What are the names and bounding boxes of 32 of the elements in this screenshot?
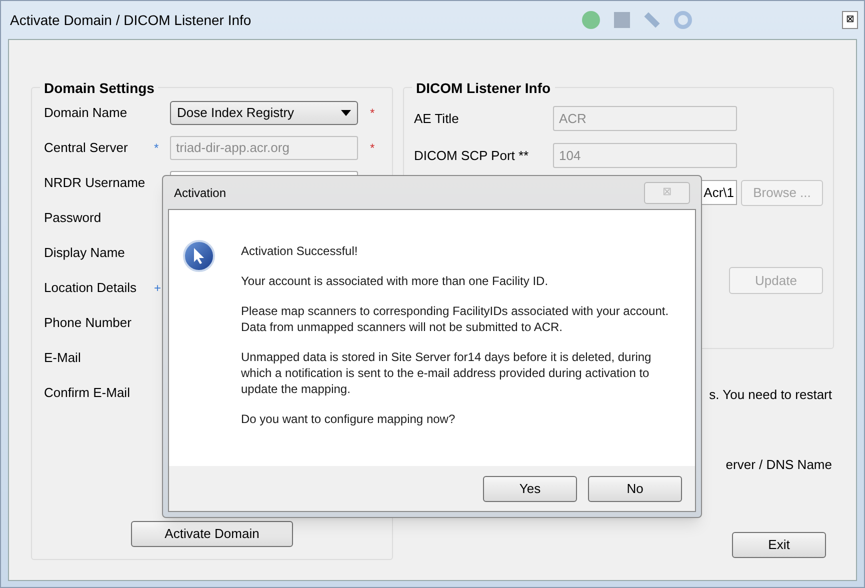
field-label: Password [44, 208, 102, 227]
activate-domain-button[interactable]: Activate Domain [131, 521, 293, 547]
exit-button[interactable]: Exit [732, 532, 826, 558]
field-label: DICOM SCP Port ** [414, 146, 530, 165]
info-mark: * [154, 140, 159, 156]
dialog-message: Please map scanners to corresponding FacilityIDs associated with your account. Data from unmapped scanners will not be submitted to ACR. [241, 303, 670, 335]
field-label: Domain Name [44, 104, 128, 122]
dialog-heading: Activation Successful! [241, 243, 359, 259]
dialog-message: Your account is associated with more than one Facility ID. [241, 273, 550, 289]
dialog-message: Do you want to configure mapping now? [241, 411, 456, 427]
close-button[interactable]: ⊠ [842, 11, 858, 29]
caret-icon [341, 110, 351, 116]
refresh-icon[interactable] [674, 11, 692, 29]
dialog-title: Activation [174, 184, 226, 202]
note-text: erver / DNS Name [726, 456, 832, 474]
field-label: E-Mail [44, 348, 82, 367]
required-mark: * [370, 104, 375, 122]
field-label: Display Name [44, 244, 126, 262]
field-label: Location Details [44, 278, 138, 297]
field-label: Phone Number [44, 314, 132, 332]
required-mark: * [370, 140, 375, 156]
field-label: AE Title [414, 110, 460, 128]
domain-dropdown[interactable]: Dose Index Registry [170, 100, 358, 124]
field-label: Central Server [44, 138, 129, 157]
dialog-message: Unmapped data is stored in Site Server for14 days before it is deleted, during which a notification is sent to the e-mail address provided during activation to update the mapping. [241, 349, 652, 397]
window-title: Activate Domain / DICOM Listener Info [10, 10, 252, 30]
dialog-button[interactable]: Yes [483, 476, 577, 502]
info-mark: + [154, 280, 162, 296]
note-text: s. You need to restart [709, 386, 832, 404]
dialog-button[interactable]: No [588, 476, 682, 502]
field-label: Confirm E-Mail [44, 384, 131, 402]
field-label: NRDR Username [44, 174, 146, 192]
